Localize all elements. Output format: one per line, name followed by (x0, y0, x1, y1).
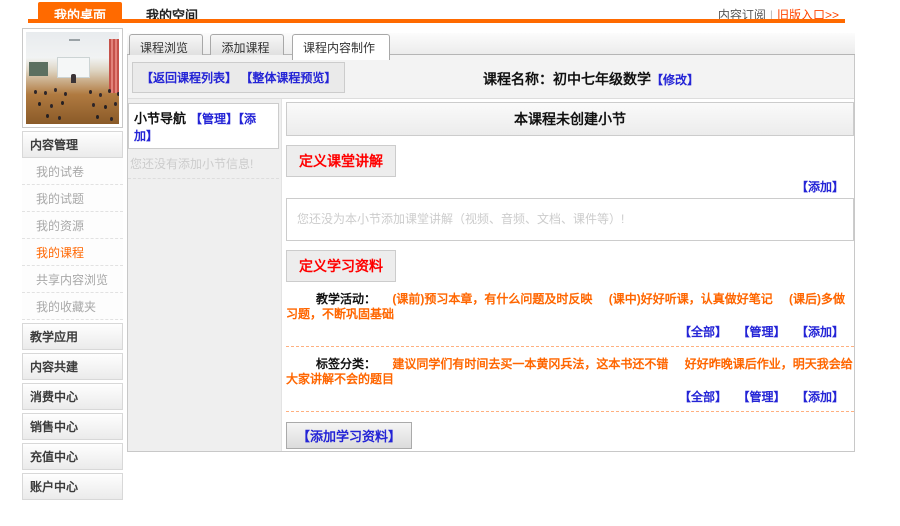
sidebar-header-content-coop[interactable]: 内容共建 (22, 353, 123, 380)
sidebar-header-teaching-apps[interactable]: 教学应用 (22, 323, 123, 350)
accent-bar (28, 19, 845, 23)
tag-category-label: 标签分类： (316, 357, 376, 371)
tag-manage-link[interactable]: 【管理】 (738, 390, 786, 404)
sidebar-item-my-papers[interactable]: 我的试卷 (22, 158, 123, 185)
tag-links: 【全部】 【管理】 【添加】 (286, 388, 844, 406)
curtain (109, 39, 119, 92)
materials-section-title: 定义学习资料 (286, 250, 396, 282)
activity-add-link[interactable]: 【添加】 (796, 325, 844, 339)
modify-course-name-link[interactable]: 【修改】 (651, 73, 699, 87)
chalkboard (29, 62, 49, 76)
sidebar-item-my-favorites[interactable]: 我的收藏夹 (22, 293, 123, 320)
course-name-label: 课程名称： (483, 71, 553, 87)
top-nav: 我的桌面 我的空间 内容订阅|旧版入口>> (28, 2, 845, 20)
tag-category-row: 标签分类： 建议同学们有时间去买一本黄冈兵法，这本书还不错 好好昨晚课后作业，明… (286, 357, 854, 387)
activity-in-class: (课中)好好听课，认真做好笔记 (609, 292, 773, 306)
main-panel: 本课程未创建小节 定义课堂讲解 【添加】 您还没为本小节添加课堂讲解（视频、音频… (282, 99, 854, 451)
activity-manage-link[interactable]: 【管理】 (738, 325, 786, 339)
student-heads (34, 90, 37, 94)
teacher-figure (71, 74, 76, 83)
course-tabstrip: 课程浏览 添加课程 课程内容制作 (127, 33, 855, 55)
course-preview-button[interactable]: 【整体课程预览】 (240, 71, 336, 85)
teaching-activity-row: 教学活动： (课前)预习本章，有什么问题及时反映 (课中)好好听课，认真做好笔记… (286, 292, 854, 322)
sidebar-item-my-courses[interactable]: 我的课程 (22, 239, 123, 266)
tab-course-content-editing[interactable]: 课程内容制作 (292, 34, 390, 60)
tab-my-space[interactable]: 我的空间 (130, 2, 214, 27)
sidebar-header-consume-center[interactable]: 消费中心 (22, 383, 123, 410)
body-row: 小节导航【管理】【添加】 您还没有添加小节信息! 本课程未创建小节 定义课堂讲解… (128, 99, 854, 451)
ceiling-fan (69, 39, 80, 41)
sidebar-item-my-questions[interactable]: 我的试题 (22, 185, 123, 212)
add-study-materials-button[interactable]: 【添加学习资料】 (286, 422, 412, 449)
tag-add-link[interactable]: 【添加】 (796, 390, 844, 404)
toolbar-button-group: 【返回课程列表】 【整体课程预览】 (132, 62, 345, 93)
lecture-add-link[interactable]: 【添加】 (796, 180, 844, 194)
section-nav-header: 小节导航【管理】【添加】 (128, 103, 279, 149)
sidebar-item-my-resources[interactable]: 我的资源 (22, 212, 123, 239)
lecture-empty-message: 您还没为本小节添加课堂讲解（视频、音频、文档、课件等）! (286, 198, 854, 241)
tag-all-link[interactable]: 【全部】 (679, 390, 727, 404)
sidebar-header-recharge-center[interactable]: 充值中心 (22, 443, 123, 470)
tag-value-1: 建议同学们有时间去买一本黄冈兵法，这本书还不错 (392, 357, 668, 371)
classroom-photo-frame (22, 28, 123, 128)
sidebar: 内容管理 我的试卷 我的试题 我的资源 我的课程 共享内容浏览 我的收藏夹 教学… (22, 28, 123, 500)
activity-all-link[interactable]: 【全部】 (679, 325, 727, 339)
separator (286, 411, 854, 412)
content-area: 课程浏览 添加课程 课程内容制作 【返回课程列表】 【整体课程预览】 课程名称：… (127, 33, 855, 452)
sidebar-header-sales-center[interactable]: 销售中心 (22, 413, 123, 440)
sidebar-header-account-center[interactable]: 账户中心 (22, 473, 123, 500)
section-nav-title: 小节导航 (134, 111, 186, 126)
section-nav-empty-message: 您还没有添加小节信息! (128, 149, 279, 179)
classroom-photo (26, 32, 119, 124)
sidebar-header-content-mgmt[interactable]: 内容管理 (22, 131, 123, 158)
lecture-section-title: 定义课堂讲解 (286, 145, 396, 177)
course-title: 课程名称：初中七年级数学【修改】 (328, 69, 854, 89)
section-nav-panel: 小节导航【管理】【添加】 您还没有添加小节信息! (128, 99, 282, 451)
teaching-activity-label: 教学活动： (316, 292, 376, 306)
course-toolbar: 【返回课程列表】 【整体课程预览】 课程名称：初中七年级数学【修改】 (128, 55, 854, 99)
content-body: 【返回课程列表】 【整体课程预览】 课程名称：初中七年级数学【修改】 小节导航【… (127, 55, 855, 452)
course-name-value: 初中七年级数学 (553, 71, 651, 87)
section-manage-link[interactable]: 【管理】 (190, 112, 238, 126)
sidebar-item-shared-content[interactable]: 共享内容浏览 (22, 266, 123, 293)
back-to-course-list-button[interactable]: 【返回课程列表】 (141, 71, 237, 85)
separator (286, 346, 854, 347)
no-section-banner: 本课程未创建小节 (286, 102, 854, 136)
activity-links: 【全部】 【管理】 【添加】 (286, 323, 844, 341)
activity-before-class: (课前)预习本章，有什么问题及时反映 (392, 292, 592, 306)
